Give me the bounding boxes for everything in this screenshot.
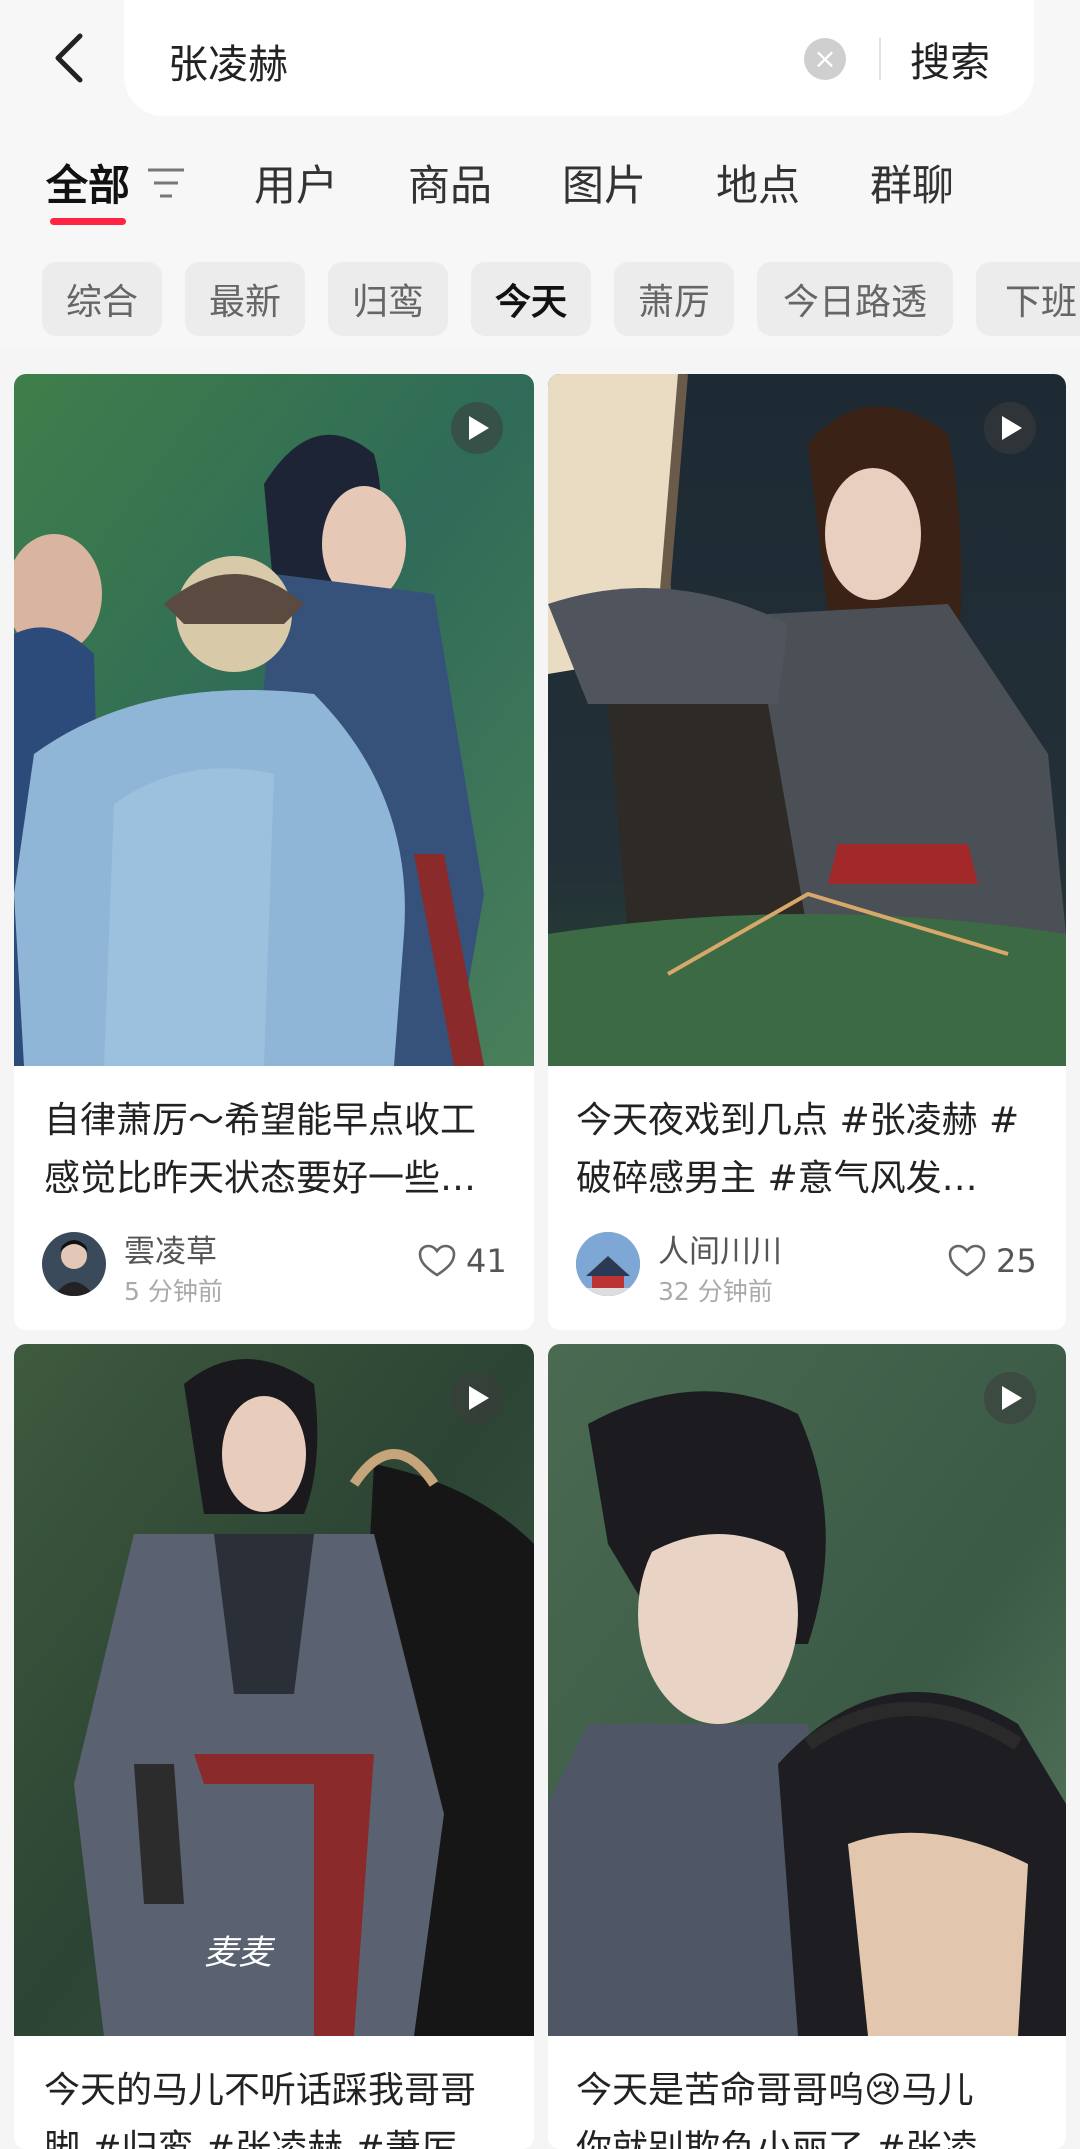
author-name[interactable]: 人间川川 [658, 1226, 782, 1271]
note-photo: 麦麦 [14, 1344, 534, 2036]
filter-icon[interactable] [146, 166, 186, 200]
tab-places[interactable]: 地点 [716, 152, 800, 213]
note-title: 今天是苦命哥哥呜😢马儿 你就别欺负小丽了 #张凌 [576, 2062, 978, 2149]
chip-xiaoli[interactable]: 萧厉 [614, 262, 734, 336]
tab-bar: 全部 用户 商品 图片 地点 群聊 [0, 152, 1080, 232]
note-photo [14, 374, 534, 1066]
like-count: 41 [466, 1242, 507, 1280]
avatar[interactable] [576, 1232, 640, 1296]
search-button[interactable]: 搜索 [910, 30, 990, 88]
search-input[interactable]: 张凌赫 × 搜索 [124, 0, 1034, 116]
heart-icon [418, 1244, 456, 1277]
tab-products[interactable]: 商品 [408, 152, 492, 213]
title-line: 自律萧厉～希望能早点收工 [44, 1100, 477, 1141]
author-name[interactable]: 雲凌草 [124, 1226, 217, 1271]
search-query: 张凌赫 [168, 42, 288, 88]
note-card[interactable]: 今天是苦命哥哥呜😢马儿 你就别欺负小丽了 #张凌 [548, 1344, 1066, 2149]
clear-icon[interactable]: × [804, 38, 846, 80]
back-button[interactable] [40, 28, 96, 88]
chip-guiluan[interactable]: 归鸾 [328, 262, 448, 336]
note-title: 今天的马儿不听话踩我哥哥 脚 #归鸾 #张凌赫 #萧厉 [44, 2062, 476, 2149]
chevron-left-icon [55, 33, 83, 83]
note-title: 自律萧厉～希望能早点收工 感觉比昨天状态要好一些… [44, 1092, 476, 1208]
post-time: 32 分钟前 [658, 1277, 773, 1306]
note-photo [548, 1344, 1066, 2036]
tab-groups[interactable]: 群聊 [870, 152, 954, 213]
watermark-text: 麦麦 [204, 1933, 276, 1973]
tab-users[interactable]: 用户 [254, 152, 338, 213]
title-line: 今天夜戏到几点 #张凌赫 # [576, 1100, 1020, 1141]
note-photo [548, 374, 1066, 1066]
title-line: 今天是苦命哥哥呜😢马儿 [576, 2070, 974, 2111]
post-time: 5 分钟前 [124, 1277, 223, 1306]
note-card[interactable]: 今天夜戏到几点 #张凌赫 # 破碎感男主 #意气风发… 人间川川 32 分钟前 … [548, 374, 1066, 1330]
search-header: 张凌赫 × 搜索 全部 用户 商品 图片 地点 群聊 综合 最新 归鸾 今天 萧… [0, 0, 1080, 350]
like-count: 25 [996, 1242, 1037, 1280]
title-line: 你就别欺负小丽了 #张凌 [576, 2128, 978, 2149]
title-line: 感觉比昨天状态要好一些… [44, 1158, 477, 1199]
chip-off-work[interactable]: 下班 [976, 262, 1080, 336]
note-card[interactable]: 自律萧厉～希望能早点收工 感觉比昨天状态要好一些… 雲凌草 5 分钟前 41 [14, 374, 534, 1330]
chip-latest[interactable]: 最新 [185, 262, 305, 336]
tab-all[interactable]: 全部 [46, 152, 130, 213]
like-button[interactable]: 25 [948, 1242, 1037, 1280]
title-line: 破碎感男主 #意气风发… [576, 1158, 978, 1199]
note-title: 今天夜戏到几点 #张凌赫 # 破碎感男主 #意气风发… [576, 1092, 1019, 1208]
chip-comprehensive[interactable]: 综合 [42, 262, 162, 336]
search-divider [879, 38, 881, 80]
filter-chips: 综合 最新 归鸾 今天 萧厉 今日路透 下班 [0, 262, 1080, 336]
active-tab-indicator [50, 218, 126, 225]
title-line: 今天的马儿不听话踩我哥哥 [44, 2070, 477, 2111]
tab-images[interactable]: 图片 [562, 152, 646, 213]
like-button[interactable]: 41 [418, 1242, 507, 1280]
note-card[interactable]: 麦麦 今天的马儿不听话踩我哥哥 脚 #归鸾 #张凌赫 #萧厉 [14, 1344, 534, 2149]
heart-icon [948, 1244, 986, 1277]
chip-today-leak[interactable]: 今日路透 [757, 262, 953, 336]
chip-today[interactable]: 今天 [471, 262, 591, 336]
title-line: 脚 #归鸾 #张凌赫 #萧厉 [44, 2128, 457, 2149]
avatar[interactable] [42, 1232, 106, 1296]
